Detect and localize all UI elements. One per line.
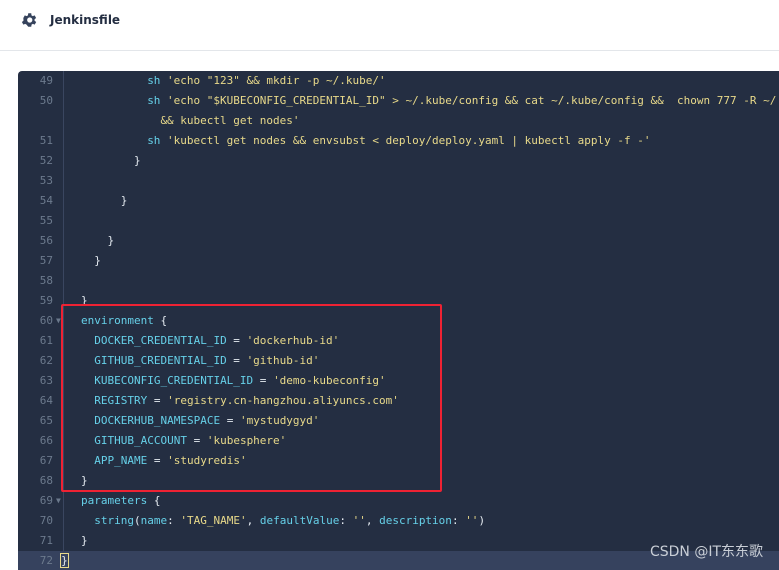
- line-number: 72: [39, 554, 53, 567]
- line-number: 69: [39, 494, 53, 507]
- code-line[interactable]: 49 sh 'echo "123" && mkdir -p ~/.kube/': [18, 71, 779, 91]
- code-token: 'kubectl get nodes && envsubst < deploy/…: [160, 134, 651, 147]
- code-text: sh 'echo "$KUBECONFIG_CREDENTIAL_ID" > ~…: [147, 91, 779, 111]
- code-token: {: [147, 494, 161, 507]
- code-token: sh: [147, 74, 161, 87]
- line-number: 70: [39, 514, 53, 527]
- line-number: 56: [39, 234, 53, 247]
- code-line[interactable]: 58: [18, 271, 779, 291]
- code-text: }: [94, 251, 101, 271]
- line-number: 62: [39, 354, 53, 367]
- code-text: sh 'echo "123" && mkdir -p ~/.kube/': [147, 71, 385, 91]
- line-number: 53: [39, 174, 53, 187]
- file-title: Jenkinsfile: [50, 13, 121, 27]
- code-line[interactable]: && kubectl get nodes': [18, 111, 779, 131]
- code-text: }: [81, 531, 88, 551]
- code-token: defaultValue: [259, 514, 340, 527]
- line-number: 67: [39, 454, 53, 467]
- code-line[interactable]: 57}: [18, 251, 779, 271]
- code-line[interactable]: 56}: [18, 231, 779, 251]
- line-number: 52: [39, 154, 53, 167]
- code-token: parameters: [81, 494, 148, 507]
- code-text: string(name: 'TAG_NAME', defaultValue: '…: [94, 511, 485, 531]
- line-number: 64: [39, 394, 53, 407]
- code-token: ): [478, 514, 486, 527]
- line-number: 54: [39, 194, 53, 207]
- line-number: 60: [39, 314, 53, 327]
- code-token: }: [133, 154, 141, 167]
- code-token: }: [60, 553, 69, 568]
- code-line[interactable]: 69 ▼ parameters {: [18, 491, 779, 511]
- code-token: description: [379, 514, 452, 527]
- line-number: 59: [39, 294, 53, 307]
- code-token: sh: [147, 134, 161, 147]
- code-line[interactable]: 53: [18, 171, 779, 191]
- code-token: :: [339, 514, 353, 527]
- code-token: 'echo "$KUBECONFIG_CREDENTIAL_ID" > ~/.k…: [160, 94, 779, 107]
- code-token: ,: [246, 514, 260, 527]
- code-token: }: [81, 534, 88, 547]
- highlight-box: [61, 304, 442, 492]
- line-number: 50: [39, 94, 53, 107]
- code-text: }: [134, 151, 141, 171]
- code-token: sh: [147, 94, 161, 107]
- code-line[interactable]: 51 sh 'kubectl get nodes && envsubst < de…: [18, 131, 779, 151]
- code-token: '': [465, 514, 479, 527]
- code-line[interactable]: 50 sh 'echo "$KUBECONFIG_CREDENTIAL_ID" >…: [18, 91, 779, 111]
- code-text: }: [60, 551, 69, 570]
- code-text: && kubectl get nodes': [160, 111, 299, 131]
- code-token: && kubectl get nodes': [160, 114, 300, 127]
- code-token: (: [133, 514, 141, 527]
- code-token: ,: [365, 514, 380, 527]
- line-number: 55: [39, 214, 53, 227]
- fold-toggle-icon[interactable]: ▼: [56, 491, 61, 511]
- code-token: 'TAG_NAME': [180, 514, 247, 527]
- line-number: 51: [39, 134, 53, 147]
- code-text: sh 'kubectl get nodes && envsubst < depl…: [147, 131, 650, 151]
- gear-icon: [21, 13, 37, 27]
- code-token: 'echo "123" && mkdir -p ~/.kube/': [160, 74, 386, 87]
- watermark: CSDN @IT东东歌: [649, 544, 763, 560]
- line-number: 71: [39, 534, 53, 547]
- code-line[interactable]: 70 string(name: 'TAG_NAME', defaultValue:…: [18, 511, 779, 531]
- line-number: 66: [39, 434, 53, 447]
- code-token: }: [94, 254, 101, 267]
- code-line[interactable]: 55: [18, 211, 779, 231]
- code-token: }: [120, 194, 128, 207]
- line-number: 65: [39, 414, 53, 427]
- line-number: 57: [39, 254, 53, 267]
- code-line[interactable]: 54}: [18, 191, 779, 211]
- code-line[interactable]: 52}: [18, 151, 779, 171]
- line-number: 49: [39, 74, 53, 87]
- line-number: 68: [39, 474, 53, 487]
- line-number: 63: [39, 374, 53, 387]
- code-text: }: [121, 191, 128, 211]
- code-text: }: [107, 231, 114, 251]
- code-token: :: [451, 514, 466, 527]
- code-token: }: [107, 234, 115, 247]
- line-number: 61: [39, 334, 53, 347]
- code-token: '': [352, 514, 366, 527]
- file-header: Jenkinsfile: [0, 0, 779, 51]
- code-token: string: [94, 514, 134, 527]
- line-number: 58: [39, 274, 53, 287]
- code-token: name: [140, 514, 168, 527]
- code-token: :: [167, 514, 181, 527]
- code-text: parameters {: [81, 491, 160, 511]
